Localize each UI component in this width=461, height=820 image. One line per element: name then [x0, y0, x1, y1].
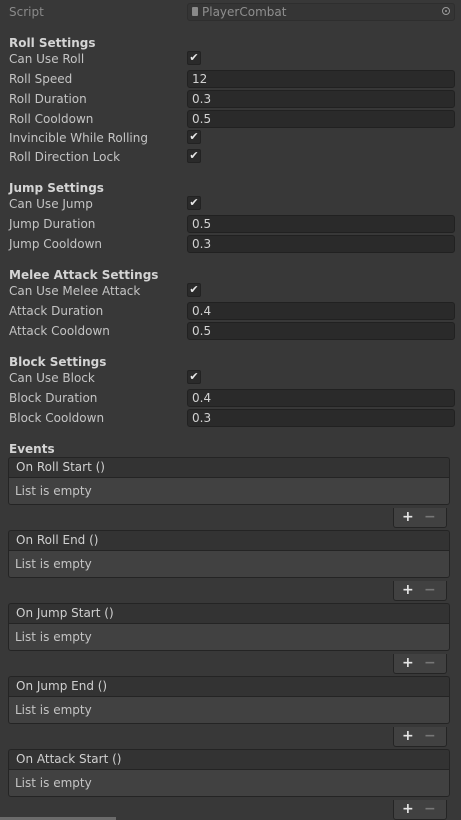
add-listener-button[interactable]: + — [402, 800, 414, 819]
event-title: On Jump Start () — [8, 603, 450, 623]
can-use-jump-row: Can Use Jump ✔ — [9, 195, 455, 213]
add-listener-button[interactable]: + — [402, 654, 414, 673]
event-title: On Jump End () — [8, 676, 450, 696]
script-file-icon — [192, 7, 198, 16]
event-title: On Roll Start () — [8, 457, 450, 477]
script-field[interactable]: PlayerCombat — [187, 3, 455, 21]
roll-speed-label: Roll Speed — [9, 72, 73, 86]
remove-listener-button[interactable]: − — [424, 800, 436, 819]
on-roll-start-list-buttons: + − — [393, 508, 447, 528]
block-duration-label: Block Duration — [9, 391, 98, 405]
event-empty-text: List is empty — [8, 550, 450, 578]
can-use-melee-attack-label: Can Use Melee Attack — [9, 284, 141, 298]
block-cooldown-row: Block Cooldown 0.3 — [9, 409, 455, 427]
roll-direction-lock-checkbox[interactable]: ✔ — [187, 149, 201, 163]
jump-cooldown-label: Jump Cooldown — [9, 237, 103, 251]
roll-cooldown-row: Roll Cooldown 0.5 — [9, 110, 455, 128]
on-jump-start-event: On Jump Start () List is empty — [8, 603, 450, 651]
remove-listener-button[interactable]: − — [424, 581, 436, 600]
roll-cooldown-field[interactable]: 0.5 — [187, 110, 455, 128]
attack-cooldown-row: Attack Cooldown 0.5 — [9, 322, 455, 340]
on-jump-end-list-buttons: + − — [393, 727, 447, 747]
script-label: Script — [9, 5, 44, 19]
roll-speed-row: Roll Speed 12 — [9, 70, 455, 88]
remove-listener-button[interactable]: − — [424, 508, 436, 527]
roll-cooldown-label: Roll Cooldown — [9, 112, 94, 126]
can-use-block-label: Can Use Block — [9, 371, 95, 385]
can-use-melee-attack-row: Can Use Melee Attack ✔ — [9, 282, 455, 300]
event-empty-text: List is empty — [8, 477, 450, 505]
can-use-block-checkbox[interactable]: ✔ — [187, 370, 201, 384]
add-listener-button[interactable]: + — [402, 727, 414, 746]
roll-settings-header: Roll Settings — [9, 36, 96, 50]
event-title: On Roll End () — [8, 530, 450, 550]
remove-listener-button[interactable]: − — [424, 727, 436, 746]
attack-duration-row: Attack Duration 0.4 — [9, 302, 455, 320]
script-value: PlayerCombat — [202, 5, 287, 19]
on-attack-start-list-buttons: + − — [393, 800, 447, 820]
on-roll-end-event: On Roll End () List is empty — [8, 530, 450, 578]
can-use-roll-label: Can Use Roll — [9, 52, 85, 66]
block-duration-row: Block Duration 0.4 — [9, 389, 455, 407]
attack-duration-label: Attack Duration — [9, 304, 104, 318]
add-listener-button[interactable]: + — [402, 508, 414, 527]
roll-duration-row: Roll Duration 0.3 — [9, 90, 455, 108]
invincible-while-rolling-label: Invincible While Rolling — [9, 131, 148, 145]
jump-duration-label: Jump Duration — [9, 217, 96, 231]
can-use-roll-row: Can Use Roll ✔ — [9, 50, 455, 68]
script-row: Script PlayerCombat — [9, 3, 455, 21]
can-use-jump-label: Can Use Jump — [9, 197, 93, 211]
invincible-while-rolling-checkbox[interactable]: ✔ — [187, 130, 201, 144]
attack-duration-field[interactable]: 0.4 — [187, 302, 455, 320]
events-header: Events — [9, 442, 55, 456]
block-cooldown-field[interactable]: 0.3 — [187, 409, 455, 427]
roll-direction-lock-row: Roll Direction Lock ✔ — [9, 148, 455, 166]
event-empty-text: List is empty — [8, 623, 450, 651]
on-roll-start-event: On Roll Start () List is empty — [8, 457, 450, 505]
add-listener-button[interactable]: + — [402, 581, 414, 600]
attack-cooldown-field[interactable]: 0.5 — [187, 322, 455, 340]
on-attack-start-event: On Attack Start () List is empty — [8, 749, 450, 797]
block-cooldown-label: Block Cooldown — [9, 411, 105, 425]
invincible-while-rolling-row: Invincible While Rolling ✔ — [9, 129, 455, 147]
roll-speed-field[interactable]: 12 — [187, 70, 455, 88]
jump-settings-header: Jump Settings — [9, 181, 104, 195]
remove-listener-button[interactable]: − — [424, 654, 436, 673]
roll-direction-lock-label: Roll Direction Lock — [9, 150, 121, 164]
on-roll-end-list-buttons: + − — [393, 581, 447, 601]
event-empty-text: List is empty — [8, 769, 450, 797]
can-use-melee-attack-checkbox[interactable]: ✔ — [187, 283, 201, 297]
roll-duration-field[interactable]: 0.3 — [187, 90, 455, 108]
jump-duration-field[interactable]: 0.5 — [187, 215, 455, 233]
block-duration-field[interactable]: 0.4 — [187, 389, 455, 407]
event-empty-text: List is empty — [8, 696, 450, 724]
melee-attack-settings-header: Melee Attack Settings — [9, 268, 159, 282]
jump-cooldown-field[interactable]: 0.3 — [187, 235, 455, 253]
block-settings-header: Block Settings — [9, 355, 107, 369]
attack-cooldown-label: Attack Cooldown — [9, 324, 110, 338]
can-use-roll-checkbox[interactable]: ✔ — [187, 51, 201, 65]
roll-duration-label: Roll Duration — [9, 92, 87, 106]
can-use-jump-checkbox[interactable]: ✔ — [187, 196, 201, 210]
can-use-block-row: Can Use Block ✔ — [9, 369, 455, 387]
jump-duration-row: Jump Duration 0.5 — [9, 215, 455, 233]
event-title: On Attack Start () — [8, 749, 450, 769]
jump-cooldown-row: Jump Cooldown 0.3 — [9, 235, 455, 253]
object-picker-icon[interactable] — [442, 7, 450, 15]
on-jump-end-event: On Jump End () List is empty — [8, 676, 450, 724]
on-jump-start-list-buttons: + − — [393, 654, 447, 674]
